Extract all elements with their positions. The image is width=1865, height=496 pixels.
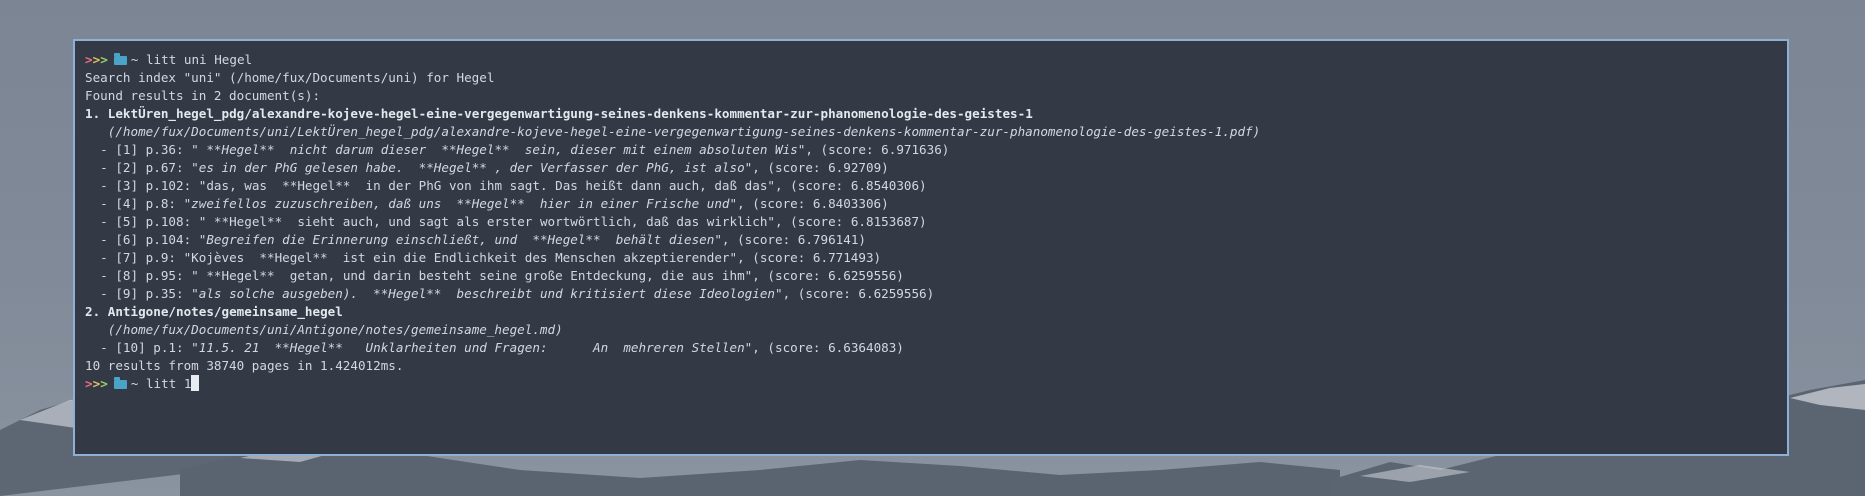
result-snippet: " **Hegel** nicht darum dieser **Hegel**… — [191, 142, 806, 157]
result-prefix: - [3] p.102: — [100, 178, 199, 193]
prompt-arrow: > — [85, 52, 93, 67]
result-score: , (score: 6.92709) — [752, 160, 889, 175]
result-line: - [5] p.108: " **Hegel** sieht auch, und… — [85, 213, 1787, 231]
result-line: - [4] p.8: "zweifellos zuzuschreiben, da… — [85, 195, 1787, 213]
result-prefix: - [2] p.67: — [100, 160, 192, 175]
result-line: - [2] p.67: "es in der PhG gelesen habe.… — [85, 159, 1787, 177]
result-snippet: "11.5. 21 **Hegel** Unklarheiten und Fra… — [191, 340, 753, 355]
document-path: (/home/fux/Documents/uni/LektÜren_hegel_… — [107, 124, 1261, 139]
result-prefix: - [8] p.95: — [100, 268, 192, 283]
result-prefix: - [1] p.36: — [100, 142, 192, 157]
result-snippet: " **Hegel** sieht auch, und sagt als ers… — [198, 214, 775, 229]
found-info-line: Found results in 2 document(s): — [85, 88, 321, 103]
result-line: - [6] p.104: "Begreifen die Erinnerung e… — [85, 231, 1787, 249]
prompt-arrow: > — [85, 376, 93, 391]
result-score: , (score: 6.771493) — [737, 250, 882, 265]
result-snippet: "es in der PhG gelesen habe. **Hegel** ,… — [191, 160, 753, 175]
prompt-cwd: ~ — [130, 376, 139, 391]
result-snippet: "Begreifen die Erinnerung einschließt, u… — [198, 232, 722, 247]
document-path: (/home/fux/Documents/uni/Antigone/notes/… — [107, 322, 563, 337]
document-heading[interactable]: 2. Antigone/notes/gemeinsame_hegel — [85, 303, 1787, 321]
result-snippet: "Kojèves **Hegel** ist ein die Endlichke… — [183, 250, 738, 265]
result-prefix: - [5] p.108: — [100, 214, 199, 229]
result-score: , (score: 6.8153687) — [775, 214, 927, 229]
result-score: , (score: 6.8403306) — [737, 196, 889, 211]
result-line: - [9] p.35: "als solche ausgeben). **Heg… — [85, 285, 1787, 303]
result-line: - [8] p.95: " **Hegel** getan, und darin… — [85, 267, 1787, 285]
result-snippet: "zweifellos zuzuschreiben, daß uns **Heg… — [183, 196, 738, 211]
document-title: LektÜren_hegel_pdg/alexandre-kojeve-hege… — [107, 106, 1033, 121]
terminal-window[interactable]: > > > ~ litt uni Hegel Search index "uni" (… — [73, 39, 1789, 456]
prompt-arrow: > — [100, 52, 108, 67]
result-score: , (score: 6.8540306) — [775, 178, 927, 193]
result-prefix: - [4] p.8: — [100, 196, 184, 211]
result-line: - [3] p.102: "das, was **Hegel** in der … — [85, 177, 1787, 195]
result-line: - [1] p.36: " **Hegel** nicht darum dies… — [85, 141, 1787, 159]
prompt-arrow: > — [100, 376, 108, 391]
result-snippet: "das, was **Hegel** in der PhG von ihm s… — [198, 178, 775, 193]
search-info-line: Search index "uni" (/home/fux/Documents/… — [85, 70, 495, 85]
document-title: Antigone/notes/gemeinsame_hegel — [107, 304, 343, 319]
result-line: - [10] p.1: "11.5. 21 **Hegel** Unklarhe… — [85, 339, 1787, 357]
prompt-line[interactable]: >>> ~ litt 1 — [85, 375, 1787, 393]
result-prefix: - [6] p.104: — [100, 232, 199, 247]
result-score: , (score: 6.6259556) — [752, 268, 904, 283]
result-score: , (score: 6.796141) — [721, 232, 866, 247]
text-cursor — [191, 375, 200, 391]
command-text: litt uni Hegel — [145, 52, 253, 67]
folder-icon — [113, 377, 127, 389]
result-prefix: - [9] p.35: — [100, 286, 192, 301]
result-score: , (score: 6.971636) — [805, 142, 950, 157]
command-input[interactable]: litt 1 — [146, 376, 192, 391]
document-number: 2. — [85, 304, 101, 319]
result-line: - [7] p.9: "Kojèves **Hegel** ist ein di… — [85, 249, 1787, 267]
prompt-line: >>> ~ litt uni Hegel — [85, 51, 1787, 69]
document-number: 1. — [85, 106, 101, 121]
result-snippet: "als solche ausgeben). **Hegel** beschre… — [191, 286, 783, 301]
result-score: , (score: 6.6259556) — [782, 286, 935, 301]
document-heading[interactable]: 1. LektÜren_hegel_pdg/alexandre-kojeve-h… — [85, 105, 1787, 123]
result-score: , (score: 6.6364083) — [752, 340, 904, 355]
result-snippet: " **Hegel** getan, und darin besteht sei… — [191, 268, 753, 283]
summary-line: 10 results from 38740 pages in 1.424012m… — [85, 358, 404, 373]
prompt-cwd: ~ — [130, 52, 139, 67]
result-prefix: - [7] p.9: — [100, 250, 184, 265]
result-prefix: - [10] p.1: — [100, 340, 192, 355]
folder-icon — [113, 53, 127, 65]
